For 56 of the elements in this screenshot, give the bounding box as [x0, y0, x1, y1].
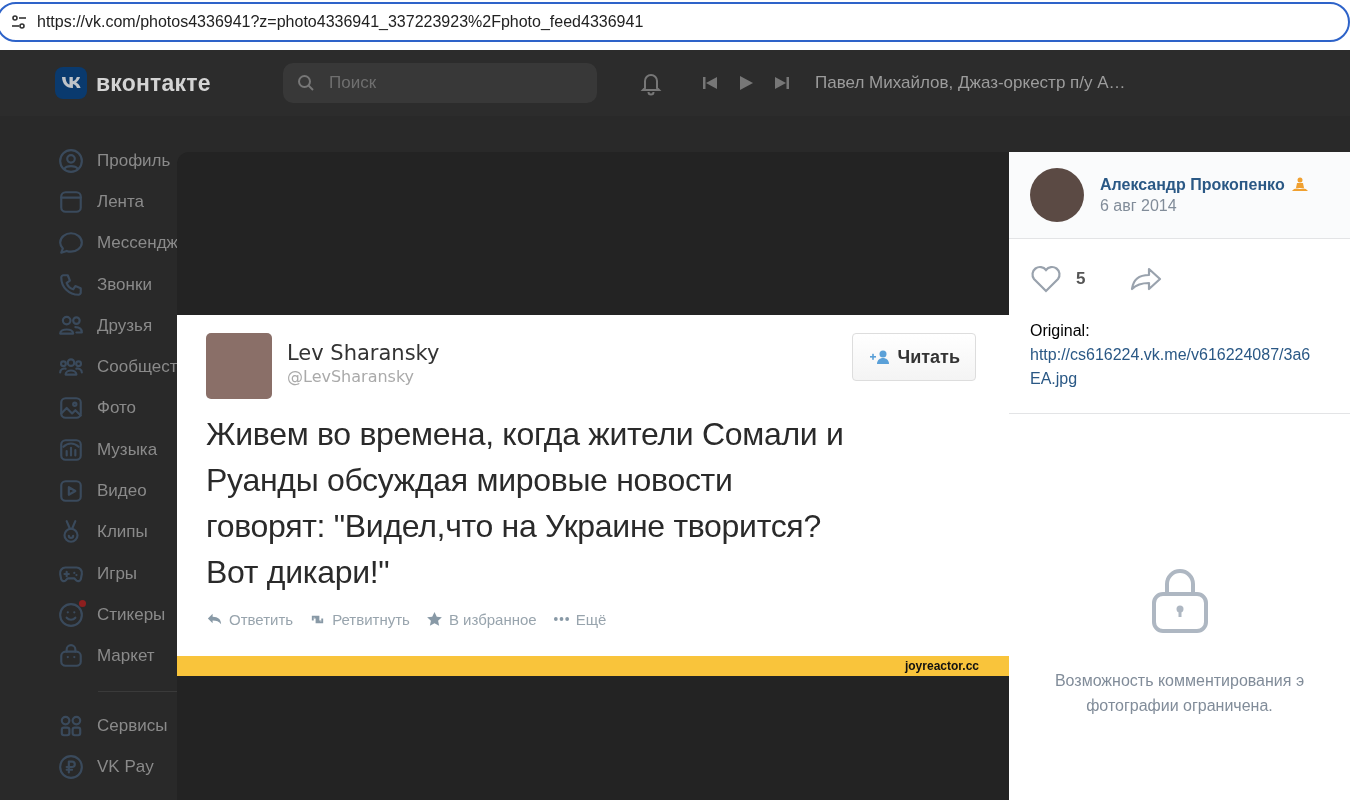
- chat-bubble-icon: [58, 230, 84, 257]
- next-track-icon[interactable]: [773, 74, 791, 92]
- site-settings-icon[interactable]: [10, 13, 28, 31]
- heart-icon: [1030, 265, 1062, 293]
- share-arrow-icon[interactable]: [1129, 266, 1164, 292]
- nav-item[interactable]: Стикеры: [58, 594, 180, 636]
- image-icon: [58, 395, 84, 422]
- window-icon: [58, 188, 84, 215]
- tweet-author-name: Lev Sharansky: [287, 341, 441, 365]
- tweet-action-label: Ретвитнуть: [332, 610, 410, 628]
- star-icon: [425, 610, 443, 628]
- post-date[interactable]: 6 авг 2014: [1100, 196, 1309, 215]
- now-playing-title[interactable]: Павел Михайлов, Джаз-оркестр п/у А…: [815, 73, 1126, 93]
- nav-item[interactable]: Мессендж: [58, 222, 180, 264]
- nav-item[interactable]: Сообщест: [58, 346, 180, 388]
- smiley-icon: [58, 601, 84, 628]
- nav-item[interactable]: Видео: [58, 470, 180, 512]
- nav-item[interactable]: Музыка: [58, 429, 180, 471]
- meditating-figure-icon: [1290, 175, 1309, 194]
- nav-item[interactable]: Профиль: [58, 140, 180, 182]
- nav-item[interactable]: VK Pay: [58, 746, 180, 788]
- phone-icon: [58, 271, 84, 298]
- bag-icon: [58, 643, 84, 670]
- lock-icon: [1150, 566, 1209, 634]
- nav-item[interactable]: Маркет: [58, 635, 180, 677]
- nav-item[interactable]: Игры: [58, 552, 180, 595]
- description-label: Original:: [1030, 321, 1091, 341]
- nav-item[interactable]: Фото: [58, 387, 180, 430]
- bars-icon: [58, 436, 84, 463]
- author-name-link[interactable]: Александр Прокопенко: [1100, 175, 1285, 194]
- nav-item[interactable]: Сервисы: [58, 704, 180, 747]
- nav-item[interactable]: Звонки: [58, 263, 180, 306]
- ruble-icon: [58, 753, 84, 780]
- comments-restricted-message: Возможность комментирования э фотографии ограничена.: [1054, 671, 1305, 716]
- play-icon: [58, 478, 84, 504]
- vk-logo-icon[interactable]: [55, 67, 87, 99]
- dots-icon: [552, 616, 570, 622]
- tweet-text: Живем во времена, когда жители Сомали и Руанды обсуждая мировые новости говорят: "Видел,что на Украине творится? Вот дикари!": [205, 415, 845, 592]
- nav-item[interactable]: Лента: [58, 181, 180, 223]
- nav-item[interactable]: Друзья: [58, 305, 180, 347]
- play-icon[interactable]: [737, 74, 755, 92]
- avatar[interactable]: [1030, 168, 1084, 222]
- tweet-author-handle: @LevSharansky: [287, 367, 416, 386]
- nav-item[interactable]: Клипы: [58, 511, 180, 553]
- logo-text[interactable]: вконтакте: [96, 69, 211, 97]
- like-button[interactable]: 5: [1030, 265, 1086, 293]
- previous-track-icon[interactable]: [701, 74, 719, 92]
- tweet-action-label: Ещё: [575, 610, 607, 628]
- image-link[interactable]: http://cs616224.vk.me/v616224087/3a6 EA.jpg: [1030, 343, 1350, 391]
- address-bar[interactable]: https://vk.com/photos4336941?z=photo4336941_337223923%2Fphoto_feed4336941: [0, 2, 1350, 42]
- source-watermark-text: joyreactor.cc: [904, 659, 979, 673]
- user-icon: [58, 147, 84, 174]
- tweet-action-label: В избранное: [448, 610, 537, 628]
- photo-placeholder: [206, 333, 272, 399]
- person-plus-icon: [867, 349, 892, 365]
- tweet-action-label: Ответить: [229, 610, 294, 628]
